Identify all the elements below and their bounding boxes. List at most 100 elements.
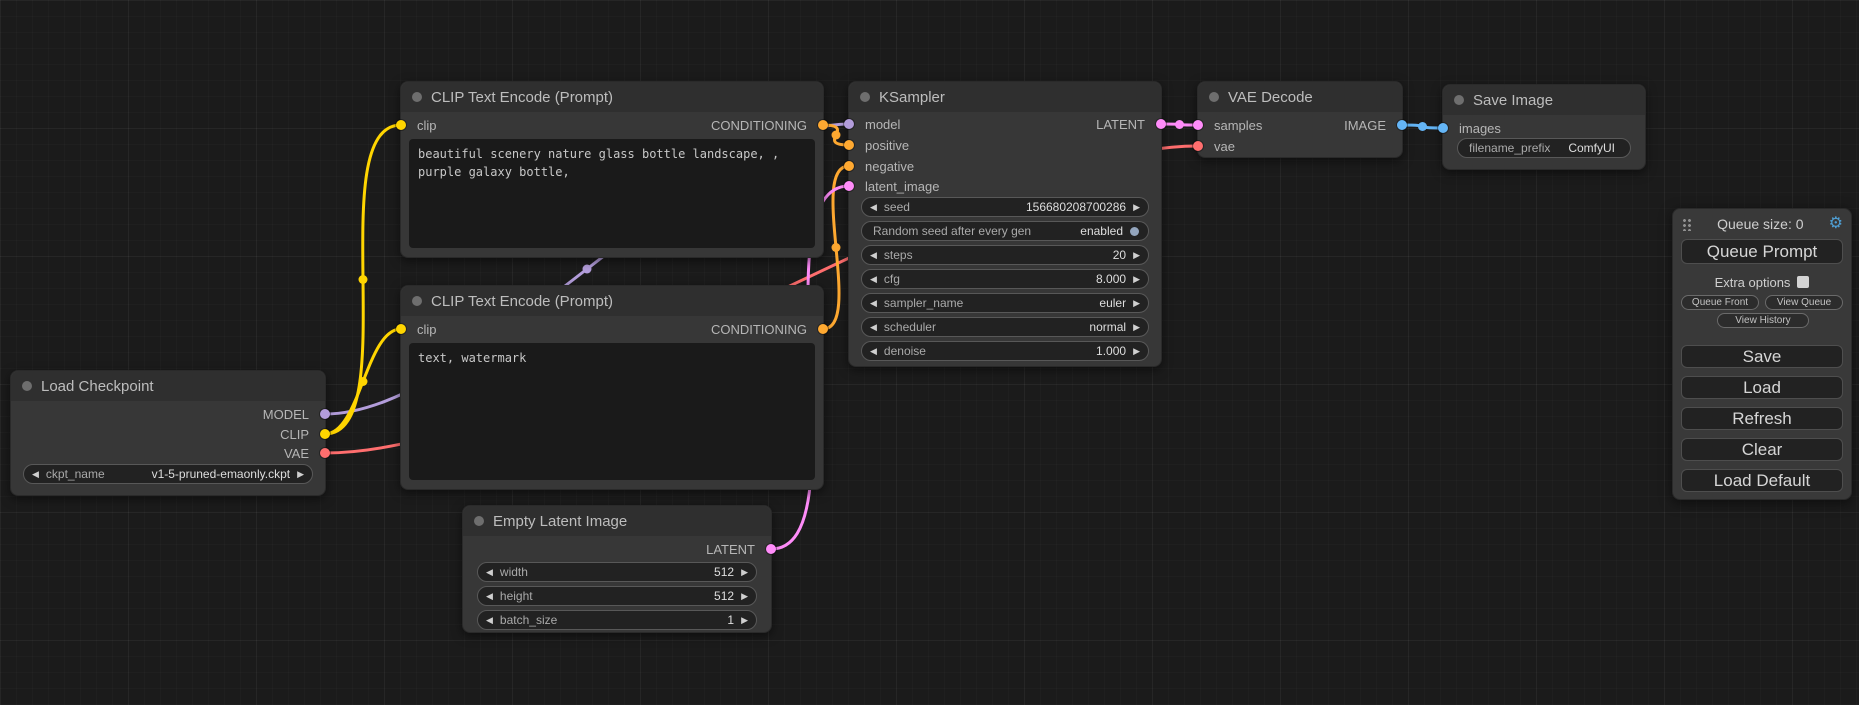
widget-value: 156680208700286 xyxy=(910,200,1126,214)
widget-ckpt-name[interactable]: ◀ ckpt_name v1-5-pruned-emaonly.ckpt ▶ xyxy=(23,464,313,484)
queue-prompt-button[interactable]: Queue Prompt xyxy=(1681,239,1843,264)
collapse-dot-icon[interactable] xyxy=(474,516,484,526)
node-title-bar[interactable]: VAE Decode xyxy=(1198,82,1402,112)
input-slot-images: images xyxy=(1443,118,1501,138)
widget-value: normal xyxy=(936,320,1126,334)
widget-filename-prefix[interactable]: filename_prefix ComfyUI xyxy=(1457,138,1631,158)
increment-arrow-icon[interactable]: ▶ xyxy=(1133,347,1140,356)
increment-arrow-icon[interactable]: ▶ xyxy=(1133,203,1140,212)
toggle-dot-icon[interactable] xyxy=(1130,227,1139,236)
node-vae-decode[interactable]: VAE Decode samples IMAGE vae xyxy=(1197,81,1403,158)
widget-steps[interactable]: ◀ steps 20 ▶ xyxy=(861,245,1149,265)
increment-arrow-icon[interactable]: ▶ xyxy=(1133,323,1140,332)
output-port-model[interactable] xyxy=(320,409,330,419)
increment-arrow-icon[interactable]: ▶ xyxy=(741,592,748,601)
collapse-dot-icon[interactable] xyxy=(412,92,422,102)
input-port-vae[interactable] xyxy=(1193,141,1203,151)
decrement-arrow-icon[interactable]: ◀ xyxy=(32,470,39,479)
extra-options-label: Extra options xyxy=(1715,275,1791,290)
load-button[interactable]: Load xyxy=(1681,376,1843,399)
widget-label: width xyxy=(500,565,528,579)
slot-label: latent_image xyxy=(865,179,939,194)
collapse-dot-icon[interactable] xyxy=(860,92,870,102)
node-save-image[interactable]: Save Image images filename_prefix ComfyU… xyxy=(1442,84,1646,170)
widget-seed[interactable]: ◀ seed 156680208700286 ▶ xyxy=(861,197,1149,217)
decrement-arrow-icon[interactable]: ◀ xyxy=(870,299,877,308)
decrement-arrow-icon[interactable]: ◀ xyxy=(486,568,493,577)
prompt-textarea[interactable]: beautiful scenery nature glass bottle la… xyxy=(409,139,815,248)
node-empty-latent-image[interactable]: Empty Latent Image LATENT ◀ width 512 ▶ … xyxy=(462,505,772,633)
output-port-vae[interactable] xyxy=(320,448,330,458)
output-port-conditioning[interactable] xyxy=(818,324,828,334)
refresh-button[interactable]: Refresh xyxy=(1681,407,1843,430)
widget-random-seed-toggle[interactable]: Random seed after every gen enabled xyxy=(861,221,1149,241)
node-ksampler[interactable]: KSampler model LATENT positive negative … xyxy=(848,81,1162,367)
output-port-latent[interactable] xyxy=(766,544,776,554)
node-load-checkpoint[interactable]: Load Checkpoint MODEL CLIP VAE ◀ ckpt_na… xyxy=(10,370,326,496)
node-title-bar[interactable]: Empty Latent Image xyxy=(463,506,771,536)
widget-sampler-name[interactable]: ◀ sampler_name euler ▶ xyxy=(861,293,1149,313)
widget-scheduler[interactable]: ◀ scheduler normal ▶ xyxy=(861,317,1149,337)
node-title-bar[interactable]: CLIP Text Encode (Prompt) xyxy=(401,286,823,316)
collapse-dot-icon[interactable] xyxy=(1209,92,1219,102)
widget-label: seed xyxy=(884,200,910,214)
decrement-arrow-icon[interactable]: ◀ xyxy=(870,251,877,260)
extra-options-checkbox[interactable] xyxy=(1797,276,1809,288)
input-port-latent-image[interactable] xyxy=(844,181,854,191)
decrement-arrow-icon[interactable]: ◀ xyxy=(870,347,877,356)
widget-label: scheduler xyxy=(884,320,936,334)
node-clip-text-encode-negative[interactable]: CLIP Text Encode (Prompt) clip CONDITION… xyxy=(400,285,824,490)
input-port-clip[interactable] xyxy=(396,324,406,334)
node-graph-canvas[interactable]: Load Checkpoint MODEL CLIP VAE ◀ ckpt_na… xyxy=(0,0,1859,705)
input-port-positive[interactable] xyxy=(844,140,854,150)
node-title-bar[interactable]: Load Checkpoint xyxy=(11,371,325,401)
input-port-samples[interactable] xyxy=(1193,120,1203,130)
collapse-dot-icon[interactable] xyxy=(22,381,32,391)
decrement-arrow-icon[interactable]: ◀ xyxy=(486,616,493,625)
node-title-bar[interactable]: CLIP Text Encode (Prompt) xyxy=(401,82,823,112)
input-port-clip[interactable] xyxy=(396,120,406,130)
node-title-bar[interactable]: KSampler xyxy=(849,82,1161,112)
load-default-button[interactable]: Load Default xyxy=(1681,469,1843,492)
view-history-button[interactable]: View History xyxy=(1717,313,1809,328)
input-port-model[interactable] xyxy=(844,119,854,129)
widget-denoise[interactable]: ◀ denoise 1.000 ▶ xyxy=(861,341,1149,361)
input-port-negative[interactable] xyxy=(844,161,854,171)
widget-label: ckpt_name xyxy=(46,467,105,481)
increment-arrow-icon[interactable]: ▶ xyxy=(1133,275,1140,284)
collapse-dot-icon[interactable] xyxy=(1454,95,1464,105)
decrement-arrow-icon[interactable]: ◀ xyxy=(870,203,877,212)
decrement-arrow-icon[interactable]: ◀ xyxy=(870,323,877,332)
widget-batch-size[interactable]: ◀ batch_size 1 ▶ xyxy=(477,610,757,630)
decrement-arrow-icon[interactable]: ◀ xyxy=(870,275,877,284)
output-port-latent[interactable] xyxy=(1156,119,1166,129)
output-port-image[interactable] xyxy=(1397,120,1407,130)
widget-height[interactable]: ◀ height 512 ▶ xyxy=(477,586,757,606)
slot-label: IMAGE xyxy=(1344,118,1386,133)
output-slot-latent: LATENT xyxy=(706,539,771,559)
input-port-images[interactable] xyxy=(1438,123,1448,133)
queue-front-button[interactable]: Queue Front xyxy=(1681,295,1759,310)
settings-gear-icon[interactable]: ⚙ xyxy=(1829,216,1843,232)
node-clip-text-encode-positive[interactable]: CLIP Text Encode (Prompt) clip CONDITION… xyxy=(400,81,824,258)
input-slot-latent-image: latent_image xyxy=(849,176,939,196)
output-port-conditioning[interactable] xyxy=(818,120,828,130)
increment-arrow-icon[interactable]: ▶ xyxy=(297,470,304,479)
collapse-dot-icon[interactable] xyxy=(412,296,422,306)
drag-handle-icon[interactable] xyxy=(1681,217,1692,231)
increment-arrow-icon[interactable]: ▶ xyxy=(1133,299,1140,308)
clear-button[interactable]: Clear xyxy=(1681,438,1843,461)
prompt-textarea[interactable]: text, watermark xyxy=(409,343,815,480)
node-title-bar[interactable]: Save Image xyxy=(1443,85,1645,115)
input-slot-vae: vae xyxy=(1198,136,1235,156)
increment-arrow-icon[interactable]: ▶ xyxy=(741,616,748,625)
output-port-clip[interactable] xyxy=(320,429,330,439)
increment-arrow-icon[interactable]: ▶ xyxy=(741,568,748,577)
widget-width[interactable]: ◀ width 512 ▶ xyxy=(477,562,757,582)
decrement-arrow-icon[interactable]: ◀ xyxy=(486,592,493,601)
input-slot-model: model xyxy=(849,114,900,134)
widget-cfg[interactable]: ◀ cfg 8.000 ▶ xyxy=(861,269,1149,289)
increment-arrow-icon[interactable]: ▶ xyxy=(1133,251,1140,260)
view-queue-button[interactable]: View Queue xyxy=(1765,295,1843,310)
save-button[interactable]: Save xyxy=(1681,345,1843,368)
